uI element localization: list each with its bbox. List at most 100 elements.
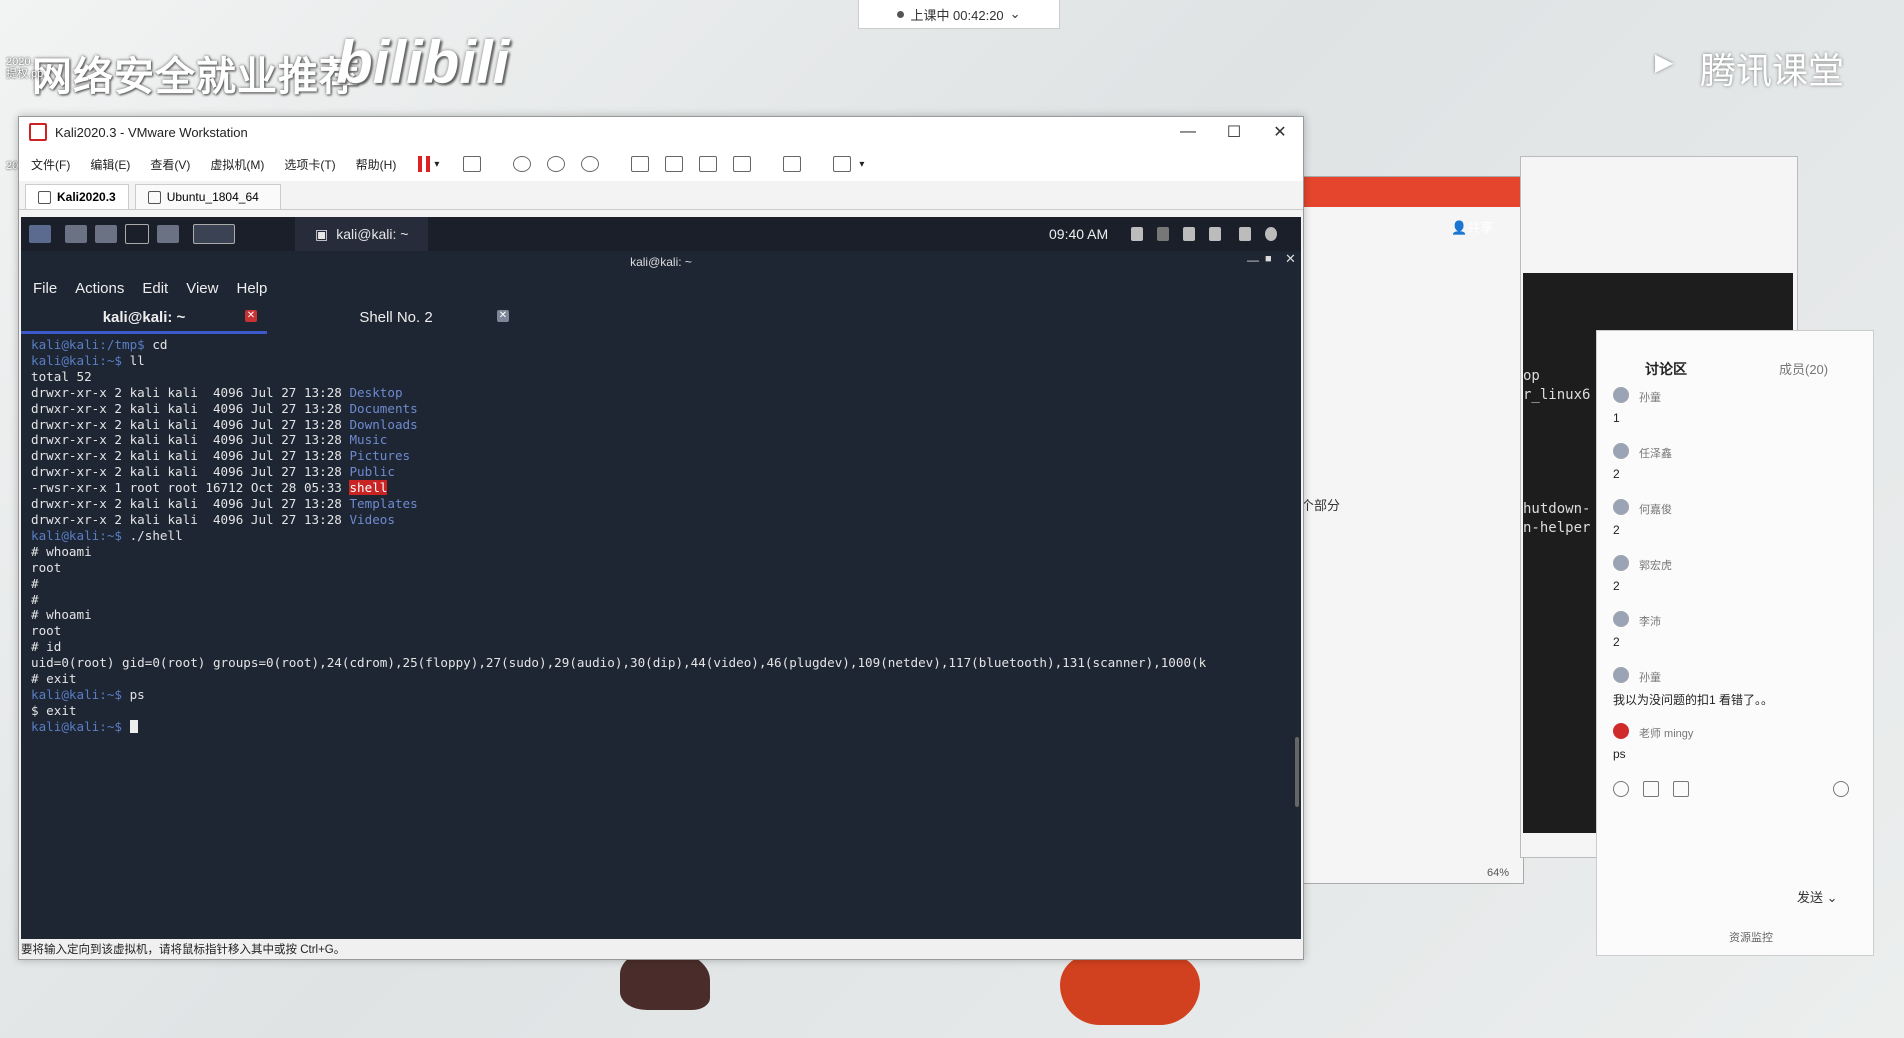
terminal-scrollbar[interactable] — [1295, 737, 1299, 807]
fullscreen-icon[interactable] — [699, 156, 718, 172]
terminal-maximize-button[interactable]: ■ — [1265, 253, 1272, 265]
terminal-tab-1[interactable]: kali@kali: ~ ✕ — [21, 303, 267, 334]
directory-name: Public — [349, 464, 395, 480]
workspace-icon[interactable] — [193, 224, 235, 244]
avatar — [1613, 667, 1629, 683]
bell-icon[interactable] — [1183, 227, 1195, 241]
tab-discussion[interactable]: 讨论区 — [1645, 359, 1687, 379]
power-icon[interactable] — [1265, 227, 1277, 241]
zoom-level: 64% — [1487, 867, 1510, 879]
terminal-line: # — [31, 592, 1281, 608]
terminal-line: kali@kali:~$ ps — [31, 687, 1281, 703]
menu-view[interactable]: 查看(V) — [150, 156, 190, 173]
close-icon[interactable]: ✕ — [245, 310, 257, 322]
send-button[interactable]: 发送 ⌄ — [1797, 887, 1838, 906]
image-icon[interactable] — [1673, 781, 1689, 797]
chat-message-text: 1 — [1613, 411, 1620, 425]
resource-monitor[interactable]: 资源监控 — [1729, 929, 1773, 945]
minimize-button[interactable]: — — [1165, 117, 1211, 147]
avatar — [1613, 723, 1629, 739]
terminal-line: # id — [31, 639, 1281, 655]
revert-snapshot-icon[interactable] — [547, 156, 566, 172]
background-terminal-line — [1523, 443, 1590, 462]
terminal-output[interactable]: kali@kali:/tmp$ cd kali@kali:~$ ll total 5… — [31, 337, 1281, 937]
scissors-icon[interactable] — [1643, 781, 1659, 797]
tab-kali[interactable]: Kali2020.3 — [25, 184, 129, 209]
menu-edit[interactable]: 编辑(E) — [90, 156, 130, 173]
chevron-down-icon[interactable]: ▾ — [859, 159, 864, 170]
chevron-down-icon: ⌄ — [1009, 6, 1021, 21]
terminal-icon[interactable] — [125, 224, 149, 244]
snapshot-icon[interactable] — [513, 156, 532, 172]
terminal-text: root — [31, 623, 62, 639]
tab-label: Ubuntu_1804_64 — [166, 190, 259, 204]
thumbnail-icon[interactable] — [665, 156, 684, 172]
play-icon: ▶ — [1655, 49, 1674, 76]
library-icon[interactable] — [631, 156, 650, 172]
terminal-tab-2[interactable]: Shell No. 2 ✕ — [273, 303, 519, 331]
menu-file[interactable]: 文件(F) — [31, 156, 70, 173]
desktop-icon-label: 2020. — [6, 56, 34, 68]
snapshot-manager-icon[interactable] — [581, 156, 600, 172]
desktop-icon[interactable] — [65, 225, 87, 243]
terminal-line: drwxr-xr-x 2 kali kali 4096 Jul 27 13:28… — [31, 417, 1281, 433]
close-icon[interactable]: ✕ — [497, 310, 509, 322]
lock-icon[interactable] — [1239, 227, 1251, 241]
menu-file[interactable]: File — [33, 280, 57, 297]
close-button[interactable]: ✕ — [1257, 117, 1303, 147]
volume-icon[interactable] — [1157, 227, 1169, 241]
terminal-line: drwxr-xr-x 2 kali kali 4096 Jul 27 13:28… — [31, 464, 1281, 480]
terminal-text: # whoami — [31, 543, 92, 559]
terminal-close-button[interactable]: ✕ — [1285, 251, 1296, 267]
send-ctrl-alt-del-icon[interactable] — [463, 156, 482, 172]
user-icon: 👤 — [1451, 220, 1468, 235]
pdf-viewer-window[interactable]: 👤共享 个部分 64% — [1300, 176, 1524, 884]
vmware-titlebar[interactable]: Kali2020.3 - VMware Workstation — ☐ ✕ — [19, 117, 1303, 147]
pause-icon[interactable] — [418, 156, 431, 172]
menu-help[interactable]: 帮助(H) — [356, 156, 397, 173]
menu-help[interactable]: Help — [236, 280, 267, 297]
terminal-text: root — [31, 559, 62, 575]
vmware-window[interactable]: Kali2020.3 - VMware Workstation — ☐ ✕ 文件… — [18, 116, 1304, 960]
display-icon[interactable] — [1131, 227, 1143, 241]
desktop-icon-ppt[interactable]: 2020. 提权.pp — [6, 56, 62, 80]
menu-actions[interactable]: Actions — [75, 280, 124, 297]
banner-text: 网络安全就业推荐 — [32, 55, 360, 99]
kali-menu-icon[interactable] — [29, 225, 51, 243]
terminal-minimize-button[interactable]: — — [1247, 253, 1259, 267]
console-icon[interactable] — [783, 156, 802, 172]
clock[interactable]: 09:40 AM — [1049, 226, 1108, 242]
folder-icon[interactable] — [95, 225, 117, 243]
pdf-titlebar — [1301, 177, 1523, 207]
chat-message-text: 2 — [1613, 579, 1620, 593]
settings-icon[interactable] — [1833, 781, 1849, 797]
taskbar-label: kali@kali: ~ — [336, 226, 409, 242]
menu-view[interactable]: View — [186, 280, 218, 297]
share-button[interactable]: 👤共享 — [1451, 217, 1493, 236]
tab-ubuntu[interactable]: Ubuntu_1804_64 — [134, 184, 281, 209]
emoji-icon[interactable] — [1613, 781, 1629, 797]
maximize-button[interactable]: ☐ — [1211, 117, 1257, 147]
terminal-text: drwxr-xr-x 2 kali kali 4096 Jul 27 13:28 — [31, 511, 350, 527]
avatar — [1613, 387, 1629, 403]
terminal-line: $ exit — [31, 703, 1281, 719]
class-timer[interactable]: 上课中 00:42:20 ⌄ — [858, 0, 1060, 29]
directory-name: Downloads — [349, 416, 418, 432]
chat-panel[interactable]: 讨论区 成员(20) 孙童 1 任泽鑫 2 何嘉俊 2 郭宏虎 2 李沛 2 孙童 我以为没问题的扣1… — [1596, 330, 1874, 956]
terminal-text: ./shell — [122, 527, 183, 543]
kali-vm-screen[interactable]: ▣ kali@kali: ~ 09:40 AM kali@kali: ~ — ■… — [21, 217, 1301, 939]
tab-members[interactable]: 成员(20) — [1779, 359, 1828, 378]
stretch-icon[interactable] — [833, 156, 852, 172]
battery-icon[interactable] — [1209, 227, 1221, 241]
chevron-down-icon[interactable]: ▾ — [434, 159, 439, 170]
bilibili-logo: bilibili — [336, 29, 510, 96]
taskbar-terminal[interactable]: ▣ kali@kali: ~ — [295, 217, 429, 251]
menu-tabs[interactable]: 选项卡(T) — [284, 156, 335, 173]
terminal-menubar: File Actions Edit View Help — [21, 273, 1301, 303]
chat-message-text: ps — [1613, 747, 1626, 761]
unity-icon[interactable] — [733, 156, 752, 172]
menu-edit[interactable]: Edit — [142, 280, 168, 297]
chat-sender-name: 李沛 — [1639, 616, 1661, 628]
menu-vm[interactable]: 虚拟机(M) — [210, 156, 264, 173]
browser-icon[interactable] — [157, 225, 179, 243]
